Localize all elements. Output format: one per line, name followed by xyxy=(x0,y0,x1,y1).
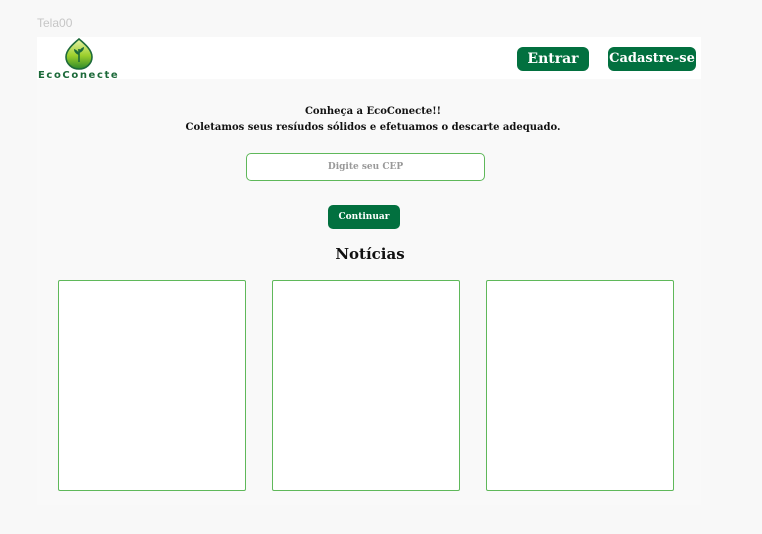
intro-line-2: Coletamos seus resíudos sólidos e efetua… xyxy=(185,122,561,133)
logo-text: EcoConecte xyxy=(38,70,120,81)
news-card[interactable] xyxy=(486,280,674,491)
intro-line-1: Conheça a EcoConecte!! xyxy=(304,106,442,117)
signup-button[interactable]: Cadastre-se xyxy=(608,47,696,71)
cep-input[interactable] xyxy=(246,153,485,181)
leaf-logo-icon xyxy=(65,38,93,70)
news-card[interactable] xyxy=(58,280,246,491)
continue-button[interactable]: Continuar xyxy=(328,205,400,229)
frame-label: Tela00 xyxy=(37,16,73,30)
news-title: Notícias xyxy=(335,245,405,263)
page-frame: EcoConecte Entrar Cadastre-se Conheça a … xyxy=(37,37,701,505)
login-button[interactable]: Entrar xyxy=(517,47,589,71)
intro-text: Conheça a EcoConecte!! Coletamos seus re… xyxy=(37,104,709,136)
header: EcoConecte Entrar Cadastre-se xyxy=(37,37,701,81)
news-card[interactable] xyxy=(272,280,460,491)
